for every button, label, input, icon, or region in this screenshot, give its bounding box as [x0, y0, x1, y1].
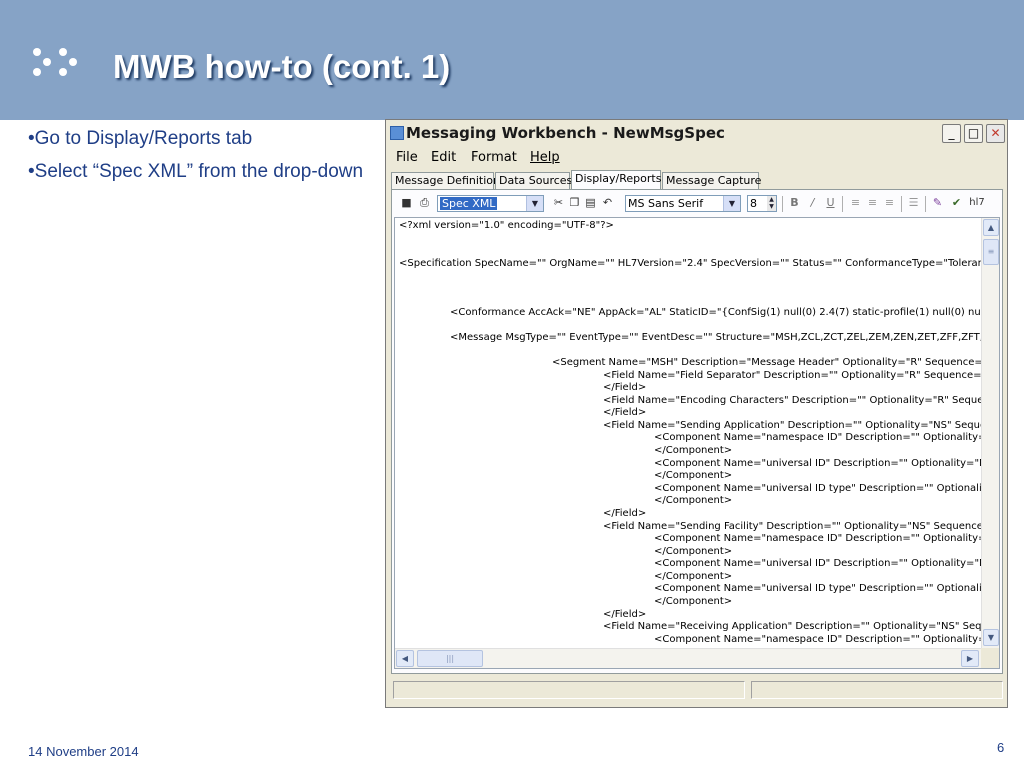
close-button[interactable]: ✕ [986, 124, 1005, 143]
display-reports-panel: ■ ⎙ Spec XML ▼ ✂ ❐ ▤ ↶ MS Sans Serif ▼ 8… [391, 189, 1003, 674]
status-pane-right [751, 681, 1003, 699]
page-number: 6 [997, 740, 1005, 755]
xml-line: <Component Name="universal ID type" Desc… [654, 583, 1000, 594]
chevron-down-icon[interactable]: ▼ [723, 196, 740, 211]
app-icon [390, 126, 404, 140]
menu-edit[interactable]: Edit [431, 150, 456, 165]
xml-line: <Component Name="namespace ID" Descripti… [654, 634, 1000, 645]
font-size-stepper[interactable]: 8 ▲ ▼ [747, 195, 777, 212]
status-bar [391, 681, 1003, 701]
toolbar-separator [782, 196, 783, 212]
scroll-down-icon[interactable]: ▼ [983, 629, 999, 646]
xml-line: </Component> [654, 546, 733, 557]
toolbar-separator [925, 196, 926, 212]
font-select-value: MS Sans Serif [628, 197, 704, 210]
report-type-value: Spec XML [440, 197, 498, 210]
xml-line: <Field Name="Encoding Characters" Descri… [603, 395, 1000, 406]
xml-line: </Field> [603, 609, 647, 620]
xml-output-editor[interactable]: <?xml version="1.0" encoding="UTF-8"?> <… [394, 217, 1000, 669]
xml-line: <Component Name="namespace ID" Descripti… [654, 533, 1000, 544]
xml-line: <?xml version="1.0" encoding="UTF-8"?> [399, 220, 614, 231]
vertical-scroll-thumb[interactable]: ≡ [983, 239, 999, 265]
slide-header: MWB how-to (cont. 1) [0, 0, 1024, 120]
align-right-icon[interactable]: ≡ [883, 197, 896, 209]
xml-line: </Field> [603, 407, 647, 418]
xml-line: <Field Name="Receiving Application" Desc… [603, 621, 1000, 632]
pen-icon[interactable]: ✎ [931, 197, 944, 209]
xml-line: <Field Name="Sending Application" Descri… [603, 420, 1000, 431]
xml-line: </Field> [603, 382, 647, 393]
undo-icon[interactable]: ↶ [601, 197, 614, 209]
maximize-button[interactable]: □ [964, 124, 983, 143]
menu-help[interactable]: Help [530, 150, 560, 165]
slide-title: MWB how-to (cont. 1) [113, 48, 451, 85]
scroll-up-icon[interactable]: ▲ [983, 219, 999, 236]
save-icon[interactable]: ■ [400, 197, 413, 209]
toolbar-separator [901, 196, 902, 212]
cut-icon[interactable]: ✂ [552, 197, 565, 209]
status-pane-left [393, 681, 745, 699]
xml-line: <Component Name="universal ID" Descripti… [654, 558, 1000, 569]
xml-line: <Component Name="universal ID" Descripti… [654, 458, 1000, 469]
footer-date: 14 November 2014 [28, 744, 139, 759]
report-toolbar: ■ ⎙ Spec XML ▼ ✂ ❐ ▤ ↶ MS Sans Serif ▼ 8… [394, 193, 1000, 215]
minimize-button[interactable]: _ [942, 124, 961, 143]
tab-message-definition[interactable]: Message Definition [391, 172, 500, 189]
menu-format[interactable]: Format [471, 150, 517, 165]
horizontal-scroll-thumb[interactable]: ||| [417, 650, 483, 667]
align-center-icon[interactable]: ≡ [866, 197, 879, 209]
copy-icon[interactable]: ❐ [568, 197, 581, 209]
xml-line: <Component Name="universal ID type" Desc… [654, 483, 1000, 494]
vertical-scrollbar[interactable]: ▲ ≡ ▼ [981, 218, 999, 648]
xml-line: <Segment Name="MSH" Description="Message… [552, 357, 1000, 368]
xml-line: <Field Name="Sending Facility" Descripti… [603, 521, 1000, 532]
xml-line: <Message MsgType="" EventType="" EventDe… [450, 332, 1000, 343]
tab-display-reports[interactable]: Display/Reports [571, 170, 661, 190]
underline-button[interactable]: U [824, 197, 837, 209]
window-title: Messaging Workbench - NewMsgSpec [406, 124, 725, 142]
font-select[interactable]: MS Sans Serif ▼ [625, 195, 741, 212]
xml-line: </Component> [654, 571, 733, 582]
xml-line: <Specification SpecName="" OrgName="" HL… [399, 258, 1000, 269]
xml-line: </Component> [654, 495, 733, 506]
horizontal-scrollbar[interactable]: ◀ ||| ▶ [395, 648, 981, 668]
spin-arrows-icon[interactable]: ▲ ▼ [767, 196, 776, 211]
logo-dots-icon [33, 44, 89, 80]
edit-check-icon[interactable]: ✔ [950, 197, 963, 209]
window-titlebar[interactable]: Messaging Workbench - NewMsgSpec _ □ ✕ [386, 120, 1007, 147]
xml-line: </Component> [654, 445, 733, 456]
xml-line: </Component> [654, 596, 733, 607]
scroll-corner [981, 648, 999, 668]
menu-bar: File Edit Format Help [386, 147, 1007, 169]
xml-line: </Field> [603, 508, 647, 519]
toolbar-separator [842, 196, 843, 212]
bullet-list: •Go to Display/Reports tab •Select “Spec… [28, 127, 378, 193]
report-type-select[interactable]: Spec XML ▼ [437, 195, 544, 212]
chevron-down-icon[interactable]: ▼ [526, 196, 543, 211]
tab-data-sources[interactable]: Data Sources [495, 172, 572, 189]
messaging-workbench-window: Messaging Workbench - NewMsgSpec _ □ ✕ F… [385, 119, 1008, 708]
font-size-value: 8 [750, 197, 757, 210]
print-icon[interactable]: ⎙ [418, 197, 431, 209]
bullet-item: •Go to Display/Reports tab [28, 128, 253, 149]
tab-message-capture[interactable]: Message Capture [662, 172, 761, 189]
menu-file[interactable]: File [396, 150, 418, 165]
scroll-right-icon[interactable]: ▶ [961, 650, 979, 667]
xml-line: <Component Name="namespace ID" Descripti… [654, 432, 1000, 443]
bullet-item: •Select “Spec XML” from the drop-down [28, 161, 364, 182]
xml-line: <Conformance AccAck="NE" AppAck="AL" Sta… [450, 307, 1000, 318]
bullets-icon[interactable]: ☰ [907, 197, 920, 209]
paste-icon[interactable]: ▤ [584, 197, 597, 209]
bold-button[interactable]: B [788, 197, 801, 209]
hl7-icon[interactable]: hl7 [967, 197, 987, 209]
align-left-icon[interactable]: ≡ [849, 197, 862, 209]
italic-button[interactable]: / [806, 197, 819, 209]
scroll-left-icon[interactable]: ◀ [396, 650, 414, 667]
xml-line: <Field Name="Field Separator" Descriptio… [603, 370, 1000, 381]
xml-line: </Component> [654, 470, 733, 481]
